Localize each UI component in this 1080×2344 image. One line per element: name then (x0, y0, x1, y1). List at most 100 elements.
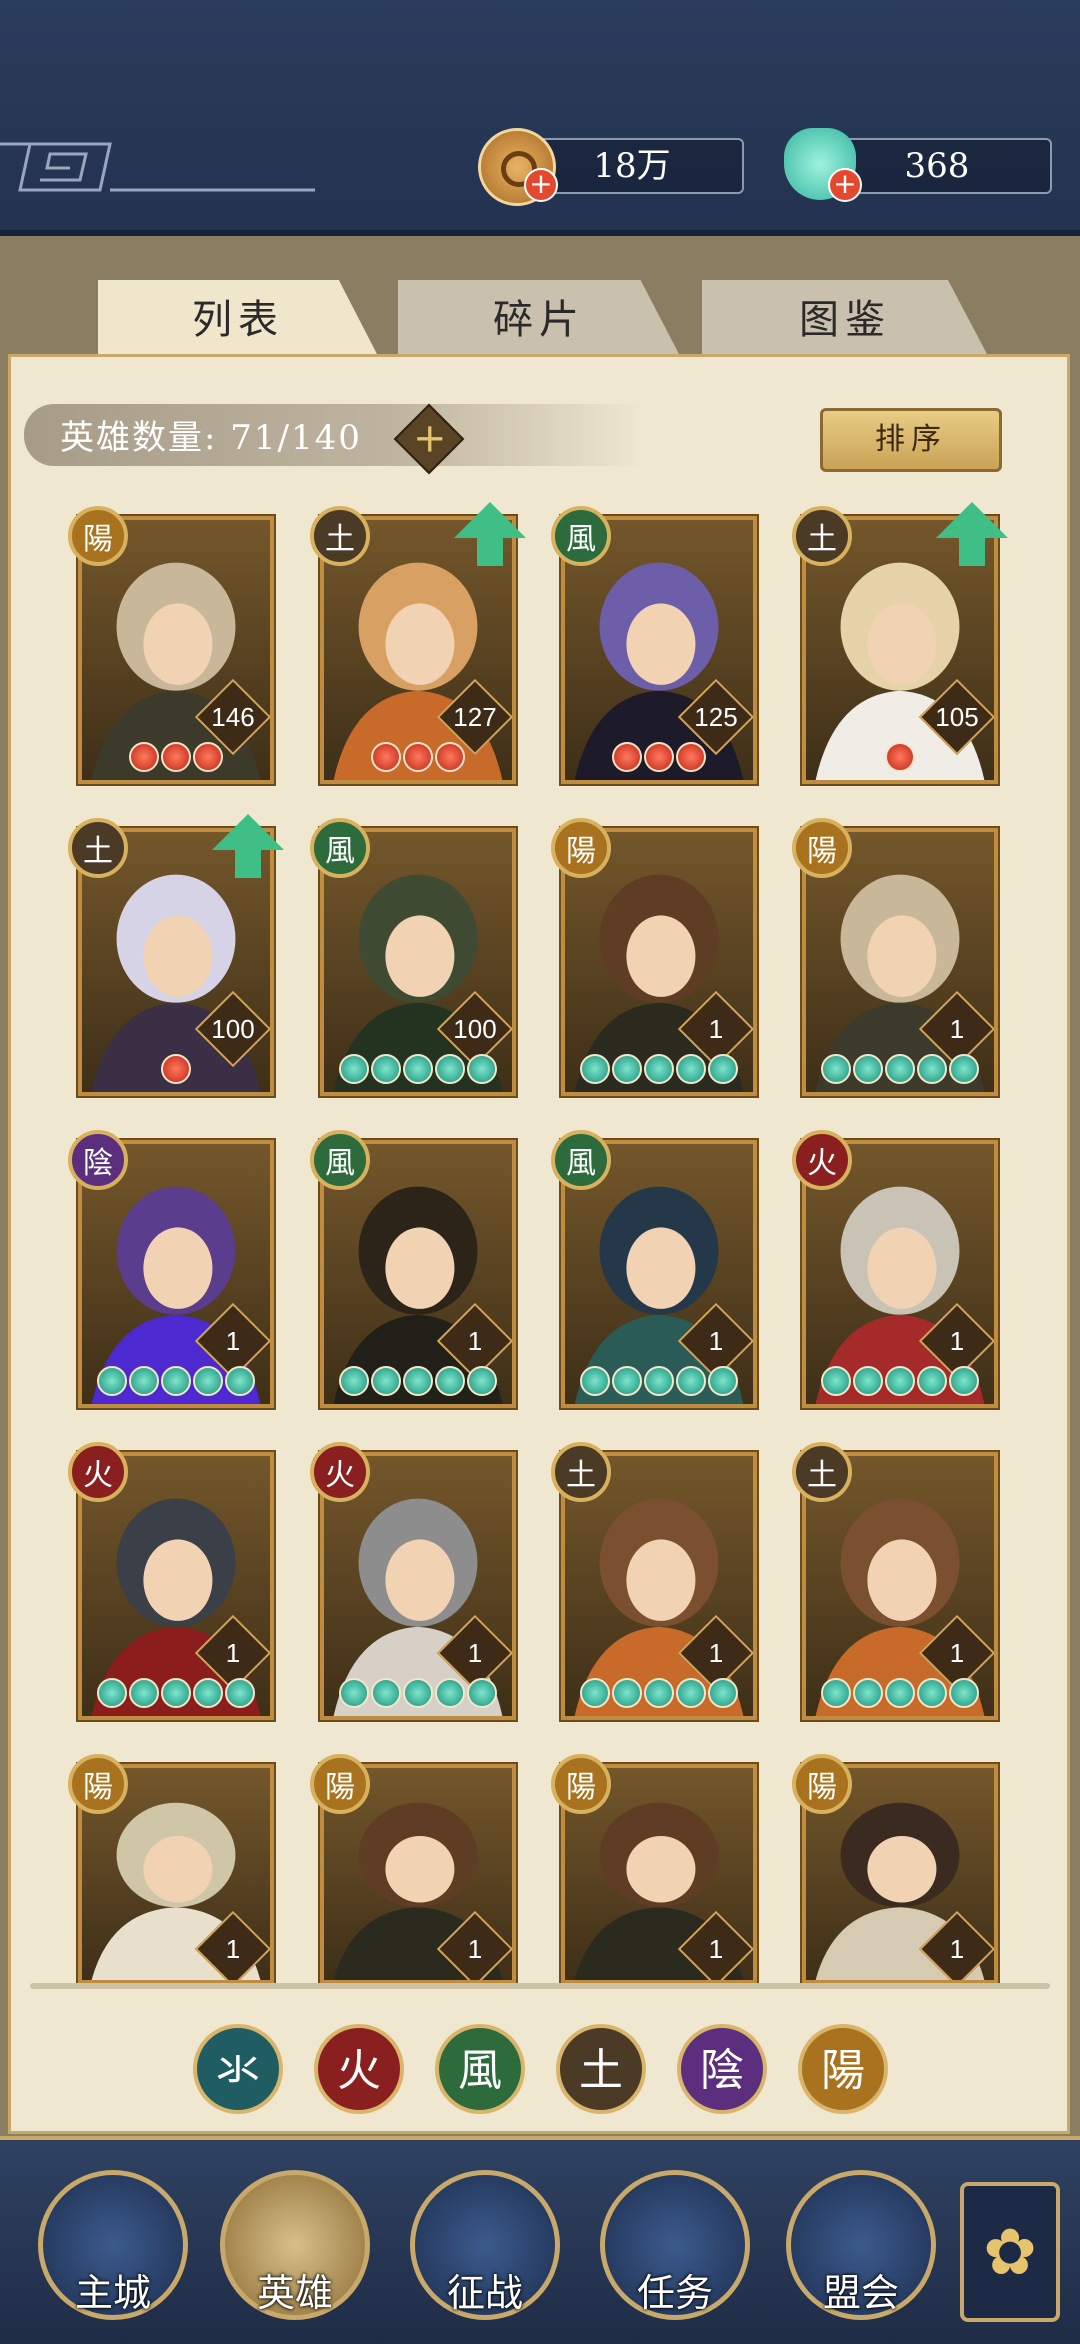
jade-star-icon (580, 1678, 610, 1708)
jade-star-icon (612, 1054, 642, 1084)
jade-star-icon (467, 1678, 497, 1708)
red-star-icon (644, 742, 674, 772)
filter-wind[interactable]: 風 (435, 2024, 525, 2114)
jade-star-icon (161, 1678, 191, 1708)
star-rating (806, 1054, 994, 1088)
jade-star-icon (708, 1054, 738, 1084)
add-jade-button[interactable]: + (828, 168, 862, 202)
element-badge: 火 (310, 1442, 370, 1502)
star-rating (324, 742, 512, 776)
element-badge: 風 (551, 506, 611, 566)
cloud-pattern-icon (0, 142, 315, 192)
red-star-icon (676, 742, 706, 772)
jade-star-icon (612, 1678, 642, 1708)
sort-button[interactable]: 排序 (820, 408, 1002, 472)
jade-star-icon (676, 1054, 706, 1084)
upgrade-arrow-stem (477, 536, 503, 566)
tab-fragments[interactable]: 碎片 (398, 280, 680, 356)
flower-menu-icon[interactable]: ✿ (960, 2182, 1060, 2322)
star-rating (565, 1366, 753, 1400)
filter-yang[interactable]: 陽 (798, 2024, 888, 2114)
level-value: 146 (211, 702, 255, 732)
jade-star-icon (403, 1054, 433, 1084)
upgrade-arrow-icon (936, 502, 1008, 538)
star-rating (324, 1054, 512, 1088)
level-value: 1 (467, 1326, 483, 1356)
jade-star-icon (708, 1678, 738, 1708)
jade-star-icon (371, 1678, 401, 1708)
star-rating (565, 1054, 753, 1088)
level-value: 100 (211, 1014, 255, 1044)
element-badge: 陰 (68, 1130, 128, 1190)
red-star-icon (371, 742, 401, 772)
jade-star-icon (339, 1054, 369, 1084)
tab-list[interactable]: 列表 (98, 280, 378, 356)
jade-star-icon (885, 1678, 915, 1708)
star-rating (82, 1678, 270, 1712)
filter-earth[interactable]: 土 (556, 2024, 646, 2114)
star-rating (565, 1678, 753, 1712)
jade-star-icon (853, 1366, 883, 1396)
filter-fire[interactable]: 火 (314, 2024, 404, 2114)
red-star-icon (612, 742, 642, 772)
jade-star-icon (97, 1678, 127, 1708)
jade-star-icon (885, 1054, 915, 1084)
level-value: 127 (453, 702, 497, 732)
jade-star-icon (644, 1678, 674, 1708)
level-value: 1 (949, 1638, 965, 1668)
element-badge: 土 (792, 1442, 852, 1502)
jade-star-icon (193, 1678, 223, 1708)
element-badge: 火 (792, 1130, 852, 1190)
star-rating (82, 1054, 270, 1088)
jade-star-icon (193, 1366, 223, 1396)
level-value: 1 (708, 1934, 724, 1964)
jade-star-icon (949, 1366, 979, 1396)
star-rating (82, 1366, 270, 1400)
element-badge: 土 (551, 1442, 611, 1502)
jade-star-icon (708, 1366, 738, 1396)
element-badge: 火 (68, 1442, 128, 1502)
star-rating (806, 742, 994, 776)
star-rating (324, 1366, 512, 1400)
upgrade-arrow-icon (454, 502, 526, 538)
jade-star-icon (225, 1678, 255, 1708)
jade-star-icon (371, 1366, 401, 1396)
level-value: 1 (949, 1326, 965, 1356)
nav-label: 盟会 (822, 2271, 899, 2315)
upgrade-arrow-icon (212, 814, 284, 850)
red-star-icon (129, 742, 159, 772)
upgrade-arrow-stem (235, 848, 261, 878)
jade-star-icon (821, 1366, 851, 1396)
element-badge: 土 (68, 818, 128, 878)
filter-yin[interactable]: 陰 (677, 2024, 767, 2114)
star-rating (324, 1678, 512, 1712)
level-value: 1 (225, 1638, 241, 1668)
jade-star-icon (821, 1678, 851, 1708)
level-value: 1 (949, 1934, 965, 1964)
jade-star-icon (467, 1366, 497, 1396)
add-coins-button[interactable]: + (524, 168, 558, 202)
jade-star-icon (917, 1054, 947, 1084)
divider (30, 1983, 1050, 1989)
level-value: 1 (949, 1014, 965, 1044)
tab-codex[interactable]: 图鉴 (702, 280, 988, 356)
level-value: 1 (225, 1326, 241, 1356)
red-star-icon (193, 742, 223, 772)
level-value: 1 (467, 1934, 483, 1964)
jade-star-icon (403, 1678, 433, 1708)
jade-star-icon (435, 1678, 465, 1708)
jade-star-icon (676, 1366, 706, 1396)
hero-count-label: 英雄数量: 71/140 (60, 418, 362, 458)
element-badge: 土 (310, 506, 370, 566)
jade-star-icon (129, 1366, 159, 1396)
element-badge: 陽 (792, 818, 852, 878)
nav-label: 任务 (636, 2271, 713, 2315)
element-badge: 陽 (792, 1754, 852, 1814)
element-badge: 陽 (68, 506, 128, 566)
filter-water[interactable]: 氺 (193, 2024, 283, 2114)
level-value: 1 (708, 1638, 724, 1668)
upgrade-arrow-stem (959, 536, 985, 566)
element-badge: 風 (310, 818, 370, 878)
jade-star-icon (225, 1366, 255, 1396)
jade-star-icon (853, 1054, 883, 1084)
